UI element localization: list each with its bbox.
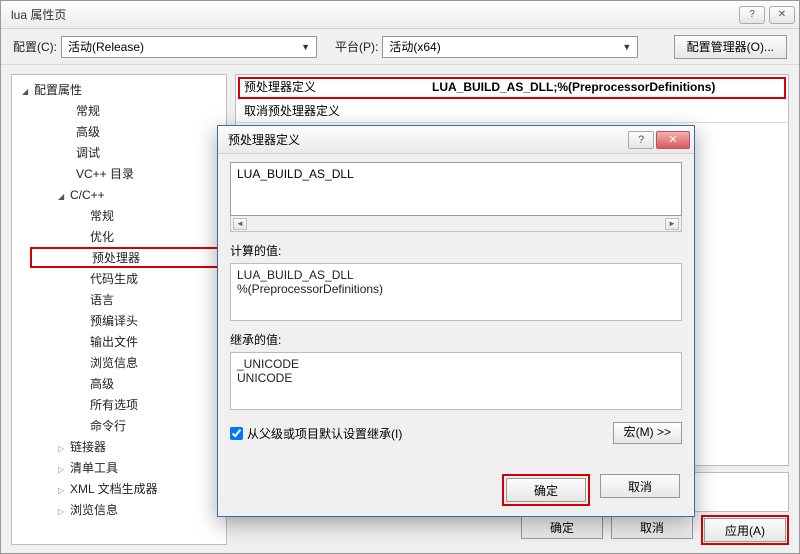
close-button[interactable]: ✕: [769, 6, 795, 24]
tree-item-advanced[interactable]: 高级: [30, 121, 226, 142]
inherit-checkbox[interactable]: [230, 427, 243, 440]
dialog-titlebar: 预处理器定义 ? ✕: [218, 126, 694, 154]
tree-item-debug[interactable]: 调试: [30, 142, 226, 163]
dialog-cancel-button[interactable]: 取消: [600, 474, 680, 498]
macro-button[interactable]: 宏(M) >>: [613, 422, 682, 444]
apply-button[interactable]: 应用(A): [704, 518, 786, 542]
computed-values-box[interactable]: LUA_BUILD_AS_DLL %(PreprocessorDefinitio…: [230, 263, 682, 321]
preprocessor-dialog: 预处理器定义 ? ✕ LUA_BUILD_AS_DLL ◄ ► 计算的值: LU…: [217, 125, 695, 517]
triangle-open-icon: [58, 188, 70, 202]
tree-item-cc-output[interactable]: 输出文件: [30, 331, 226, 352]
horizontal-scrollbar[interactable]: ◄ ►: [230, 216, 682, 232]
config-select[interactable]: 活动(Release) ▼: [61, 36, 317, 58]
tree-item-cc-general[interactable]: 常规: [30, 205, 226, 226]
preproc-edit[interactable]: LUA_BUILD_AS_DLL: [230, 162, 682, 216]
tree-item-cc-adv[interactable]: 高级: [30, 373, 226, 394]
tree-panel[interactable]: 配置属性 常规 高级 调试 VC++ 目录 C/C++ 常规 优化 预处理器 代…: [11, 74, 227, 545]
tree-item-cc-all[interactable]: 所有选项: [30, 394, 226, 415]
tree-browseinfo-label: 浏览信息: [70, 501, 118, 518]
dialog-body: LUA_BUILD_AS_DLL ◄ ► 计算的值: LUA_BUILD_AS_…: [218, 154, 694, 452]
tree-item-manifest[interactable]: 清单工具: [30, 457, 226, 478]
preproc-edit-value: LUA_BUILD_AS_DLL: [237, 167, 354, 181]
chevron-down-icon: ▼: [301, 42, 310, 52]
config-label: 配置(C):: [13, 38, 57, 55]
dialog-button-row: 确定 取消: [502, 474, 680, 506]
help-button[interactable]: ?: [739, 6, 765, 24]
inherit-label: 继承的值:: [230, 331, 682, 348]
scroll-right-icon[interactable]: ►: [665, 218, 679, 230]
tree-cc-label: C/C++: [70, 188, 105, 202]
triangle-closed-icon: [58, 461, 70, 475]
config-value: 活动(Release): [68, 38, 144, 55]
platform-label: 平台(P):: [335, 38, 378, 55]
dialog-title-buttons: ? ✕: [628, 131, 690, 149]
dialog-close-button[interactable]: ✕: [656, 131, 690, 149]
dialog-ok-highlight: 确定: [502, 474, 590, 506]
dialog-help-button[interactable]: ?: [628, 131, 654, 149]
platform-select[interactable]: 活动(x64) ▼: [382, 36, 638, 58]
titlebar: lua 属性页 ? ✕: [1, 1, 799, 29]
dialog-ok-button[interactable]: 确定: [506, 478, 586, 502]
tree-manifest-label: 清单工具: [70, 459, 118, 476]
config-manager-button[interactable]: 配置管理器(O)...: [674, 35, 787, 59]
config-toolbar: 配置(C): 活动(Release) ▼ 平台(P): 活动(x64) ▼ 配置…: [1, 29, 799, 65]
triangle-open-icon: [22, 83, 34, 97]
tree-item-cc-lang[interactable]: 语言: [30, 289, 226, 310]
prop-row-undef[interactable]: 取消预处理器定义: [236, 99, 788, 123]
prop-row-label: 取消预处理器定义: [236, 102, 432, 119]
triangle-closed-icon: [58, 482, 70, 496]
inherit-checkbox-label[interactable]: 从父级或项目默认设置继承(I): [230, 425, 402, 442]
tree-item-cc-pch[interactable]: 预编译头: [30, 310, 226, 331]
property-pages-window: lua 属性页 ? ✕ 配置(C): 活动(Release) ▼ 平台(P): …: [0, 0, 800, 554]
tree-item-cc-codegen[interactable]: 代码生成: [30, 268, 226, 289]
chevron-down-icon: ▼: [622, 42, 631, 52]
inherit-checkbox-text: 从父级或项目默认设置继承(I): [247, 425, 402, 442]
tree-item-vcdirs[interactable]: VC++ 目录: [30, 163, 226, 184]
tree-linker-label: 链接器: [70, 438, 106, 455]
tree-root[interactable]: 配置属性: [12, 79, 226, 100]
tree-top-group: 常规 高级 调试 VC++ 目录 C/C++ 常规 优化 预处理器 代码生成 语…: [12, 100, 226, 520]
titlebar-buttons: ? ✕: [739, 6, 795, 24]
apply-button-highlight: 应用(A): [701, 515, 789, 545]
tree-cc-group: 常规 优化 预处理器 代码生成 语言 预编译头 输出文件 浏览信息 高级 所有选…: [30, 205, 226, 436]
tree-item-cc-opt[interactable]: 优化: [30, 226, 226, 247]
tree-root-label: 配置属性: [34, 81, 82, 98]
tree-item-cc-browse[interactable]: 浏览信息: [30, 352, 226, 373]
inherited-values-box[interactable]: _UNICODE UNICODE: [230, 352, 682, 410]
cancel-button[interactable]: 取消: [611, 515, 693, 539]
bottom-buttons: 确定 取消 应用(A): [521, 515, 789, 545]
inherit-row: 从父级或项目默认设置继承(I) 宏(M) >>: [230, 422, 682, 444]
triangle-closed-icon: [58, 503, 70, 517]
row-highlight: [238, 77, 786, 99]
computed-label: 计算的值:: [230, 242, 682, 259]
tree-item-cc-preproc[interactable]: 预处理器: [30, 247, 226, 268]
tree-item-cc-cmdline[interactable]: 命令行: [30, 415, 226, 436]
triangle-closed-icon: [58, 440, 70, 454]
tree-item-linker[interactable]: 链接器: [30, 436, 226, 457]
dialog-title: 预处理器定义: [228, 131, 300, 148]
ok-button[interactable]: 确定: [521, 515, 603, 539]
tree-item-cc[interactable]: C/C++: [30, 184, 226, 205]
tree-item-general[interactable]: 常规: [30, 100, 226, 121]
tree-item-browseinfo[interactable]: 浏览信息: [30, 499, 226, 520]
window-title: lua 属性页: [11, 6, 66, 23]
scroll-left-icon[interactable]: ◄: [233, 218, 247, 230]
tree-xmldoc-label: XML 文档生成器: [70, 480, 158, 497]
tree-item-xmldoc[interactable]: XML 文档生成器: [30, 478, 226, 499]
platform-value: 活动(x64): [389, 38, 440, 55]
